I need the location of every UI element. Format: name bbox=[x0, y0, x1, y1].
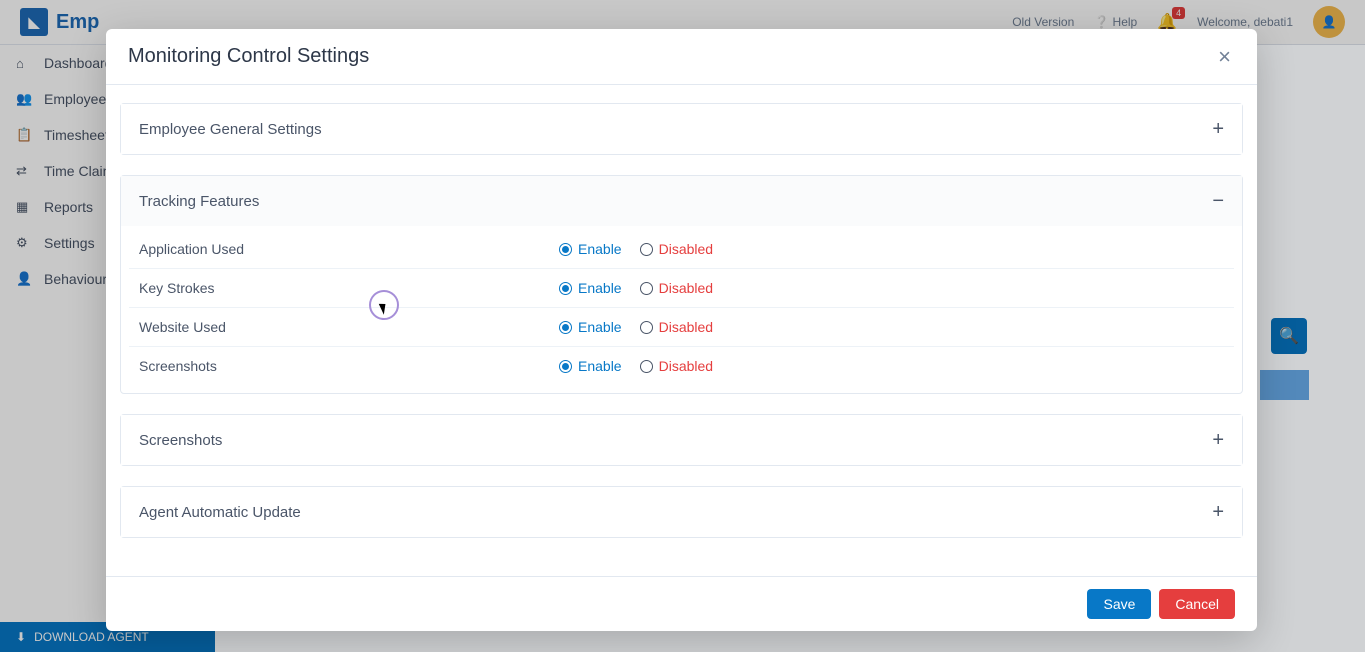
accordion-content-tracking: Application Used Enable Disabled Key St bbox=[121, 226, 1242, 393]
feature-label: Application Used bbox=[139, 241, 559, 257]
radio-label: Enable bbox=[578, 280, 622, 296]
radio-icon bbox=[559, 360, 572, 373]
feature-label: Website Used bbox=[139, 319, 559, 335]
accordion-header-agent-update[interactable]: Agent Automatic Update + bbox=[121, 487, 1242, 537]
radio-enable-screenshots[interactable]: Enable bbox=[559, 358, 622, 374]
feature-row-key-strokes: Key Strokes Enable Disabled bbox=[129, 269, 1234, 308]
radio-label: Disabled bbox=[659, 241, 713, 257]
modal-title: Monitoring Control Settings bbox=[128, 45, 369, 68]
plus-icon: + bbox=[1212, 502, 1224, 522]
radio-label: Enable bbox=[578, 358, 622, 374]
radio-icon bbox=[640, 360, 653, 373]
accordion-header-tracking-features[interactable]: Tracking Features − bbox=[121, 176, 1242, 226]
monitoring-settings-modal: Monitoring Control Settings × Employee G… bbox=[106, 29, 1257, 631]
minus-icon: − bbox=[1212, 191, 1224, 211]
radio-disable-screenshots[interactable]: Disabled bbox=[640, 358, 713, 374]
feature-options: Enable Disabled bbox=[559, 280, 713, 296]
feature-label: Screenshots bbox=[139, 358, 559, 374]
feature-row-application-used: Application Used Enable Disabled bbox=[129, 230, 1234, 269]
radio-enable-keystrokes[interactable]: Enable bbox=[559, 280, 622, 296]
accordion-header-screenshots[interactable]: Screenshots + bbox=[121, 415, 1242, 465]
feature-label: Key Strokes bbox=[139, 280, 559, 296]
plus-icon: + bbox=[1212, 119, 1224, 139]
cancel-button[interactable]: Cancel bbox=[1159, 589, 1235, 619]
radio-icon bbox=[640, 243, 653, 256]
accordion-screenshots: Screenshots + bbox=[120, 414, 1243, 466]
radio-disable-application[interactable]: Disabled bbox=[640, 241, 713, 257]
radio-icon bbox=[559, 243, 572, 256]
save-button[interactable]: Save bbox=[1087, 589, 1151, 619]
feature-row-website-used: Website Used Enable Disabled bbox=[129, 308, 1234, 347]
modal-header: Monitoring Control Settings × bbox=[106, 29, 1257, 85]
accordion-employee-general: Employee General Settings + bbox=[120, 103, 1243, 155]
radio-enable-website[interactable]: Enable bbox=[559, 319, 622, 335]
accordion-header-employee-general[interactable]: Employee General Settings + bbox=[121, 104, 1242, 154]
accordion-title: Screenshots bbox=[139, 432, 222, 449]
accordion-title: Employee General Settings bbox=[139, 121, 322, 138]
radio-label: Enable bbox=[578, 319, 622, 335]
radio-icon bbox=[640, 282, 653, 295]
accordion-title: Agent Automatic Update bbox=[139, 504, 301, 521]
plus-icon: + bbox=[1212, 430, 1224, 450]
close-button[interactable]: × bbox=[1214, 46, 1235, 68]
radio-enable-application[interactable]: Enable bbox=[559, 241, 622, 257]
accordion-tracking-features: Tracking Features − Application Used Ena… bbox=[120, 175, 1243, 394]
radio-label: Disabled bbox=[659, 280, 713, 296]
accordion-agent-update: Agent Automatic Update + bbox=[120, 486, 1243, 538]
radio-disable-website[interactable]: Disabled bbox=[640, 319, 713, 335]
radio-icon bbox=[559, 321, 572, 334]
modal-body: Employee General Settings + Tracking Fea… bbox=[106, 85, 1257, 576]
close-icon: × bbox=[1218, 44, 1231, 69]
radio-disable-keystrokes[interactable]: Disabled bbox=[640, 280, 713, 296]
feature-options: Enable Disabled bbox=[559, 241, 713, 257]
radio-icon bbox=[559, 282, 572, 295]
feature-row-screenshots: Screenshots Enable Disabled bbox=[129, 347, 1234, 385]
radio-label: Disabled bbox=[659, 319, 713, 335]
accordion-title: Tracking Features bbox=[139, 193, 259, 210]
feature-options: Enable Disabled bbox=[559, 358, 713, 374]
radio-label: Enable bbox=[578, 241, 622, 257]
feature-options: Enable Disabled bbox=[559, 319, 713, 335]
modal-footer: Save Cancel bbox=[106, 576, 1257, 631]
radio-label: Disabled bbox=[659, 358, 713, 374]
radio-icon bbox=[640, 321, 653, 334]
